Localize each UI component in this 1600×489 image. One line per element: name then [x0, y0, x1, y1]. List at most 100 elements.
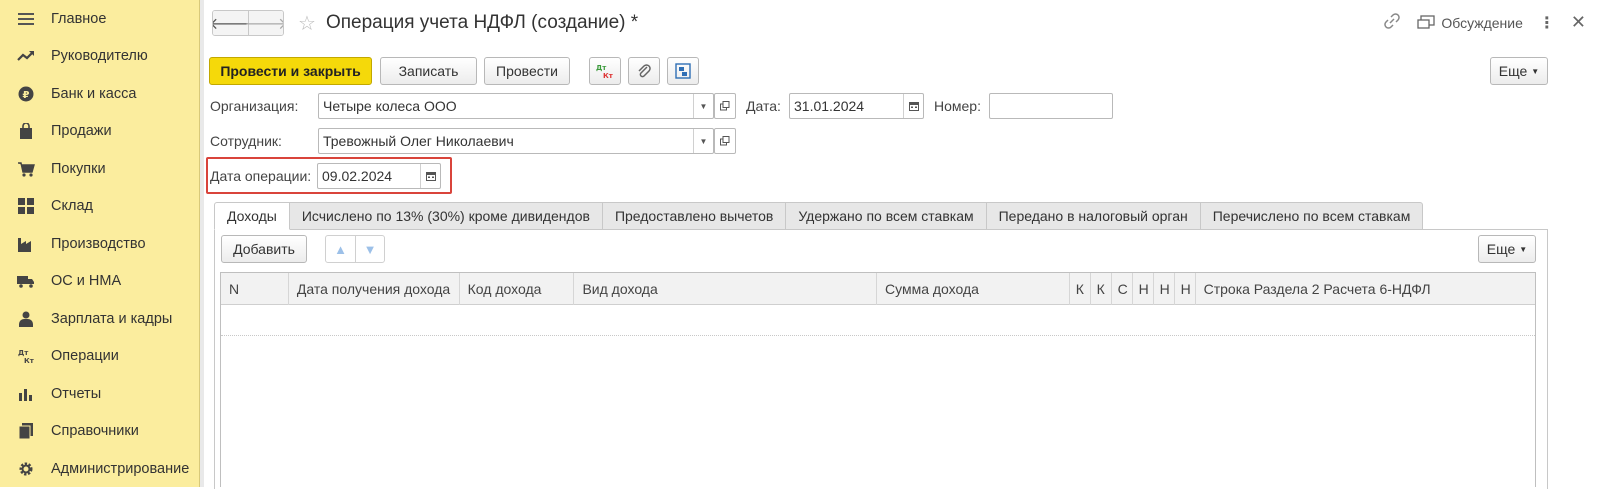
- date-value: 31.01.2024: [794, 98, 865, 114]
- post-button[interactable]: Провести: [484, 57, 570, 85]
- divider: [200, 0, 204, 487]
- sidebar-item-label: Руководителю: [51, 48, 148, 65]
- svg-text:Кт: Кт: [603, 72, 614, 80]
- svg-text:Дт: Дт: [18, 349, 29, 357]
- title-bar: 🡐 🡒 ☆ Операция учета НДФЛ (создание) *: [212, 9, 638, 37]
- org-label: Организация:: [210, 98, 299, 114]
- date-label: Дата:: [746, 98, 781, 114]
- chevron-down-icon: ▼: [1519, 244, 1528, 254]
- sidebar-item-manager[interactable]: Руководителю: [0, 38, 199, 76]
- back-button[interactable]: 🡐: [213, 11, 252, 35]
- sidebar-item-main[interactable]: Главное: [0, 0, 199, 38]
- date-field[interactable]: 31.01.2024: [789, 93, 924, 119]
- bag-icon: [17, 122, 35, 140]
- dt-kt-icon: ДтКт: [17, 347, 35, 365]
- employee-value: Тревожный Олег Николаевич: [323, 133, 514, 149]
- column-header[interactable]: Н: [1133, 273, 1154, 305]
- open-org-button[interactable]: [714, 93, 736, 119]
- more-vertical-icon[interactable]: ⋮: [1539, 13, 1555, 33]
- chevron-down-icon: ▼: [1531, 66, 1540, 76]
- column-header[interactable]: Дата получения дохода: [289, 273, 460, 305]
- warehouse-icon: [17, 197, 35, 215]
- sidebar-item-reports[interactable]: Отчеты: [0, 375, 199, 413]
- column-header[interactable]: Н: [1154, 273, 1175, 305]
- employee-field[interactable]: Тревожный Олег Николаевич ▼: [318, 128, 714, 154]
- column-header[interactable]: N: [221, 273, 289, 305]
- add-button[interactable]: Добавить: [221, 235, 307, 263]
- sidebar-item-label: Продажи: [51, 123, 112, 140]
- tab-paid[interactable]: Перечислено по всем ставкам: [1200, 202, 1424, 230]
- sidebar-item-salary[interactable]: Зарплата и кадры: [0, 300, 199, 338]
- main-area: 🡐 🡒 ☆ Операция учета НДФЛ (создание) * О…: [200, 0, 1600, 489]
- more-label: Еще: [1486, 241, 1516, 257]
- table-more-button[interactable]: Еще ▼: [1478, 235, 1536, 263]
- sidebar-item-label: Главное: [51, 10, 107, 27]
- column-header[interactable]: К: [1070, 273, 1091, 305]
- sidebar-item-assets[interactable]: ОС и НМА: [0, 263, 199, 301]
- ruble-icon: ₽: [17, 85, 35, 103]
- tab-income[interactable]: Доходы: [214, 202, 290, 230]
- open-employee-button[interactable]: [714, 128, 736, 154]
- structure-button[interactable]: [667, 57, 699, 85]
- dropdown-icon[interactable]: ▼: [693, 94, 713, 118]
- save-button[interactable]: Записать: [380, 57, 477, 85]
- open-icon: [720, 136, 730, 146]
- arrow-up-icon[interactable]: ▲: [326, 236, 355, 262]
- column-header[interactable]: Строка Раздела 2 Расчета 6-НДФЛ: [1196, 273, 1535, 305]
- calendar-icon[interactable]: [420, 164, 440, 188]
- column-header[interactable]: Н: [1175, 273, 1196, 305]
- sidebar: Главное Руководителю ₽ Банк и касса Прод…: [0, 0, 200, 487]
- tab-calculated[interactable]: Исчислено по 13% (30%) кроме дивидендов: [289, 202, 603, 230]
- tab-deductions[interactable]: Предоставлено вычетов: [602, 202, 787, 230]
- nav-buttons: 🡐 🡒: [212, 10, 284, 36]
- sidebar-item-warehouse[interactable]: Склад: [0, 188, 199, 226]
- bar-chart-icon: [17, 385, 35, 403]
- truck-icon: [17, 272, 35, 290]
- employee-label: Сотрудник:: [210, 133, 282, 149]
- attach-button[interactable]: [628, 57, 660, 85]
- svg-text:₽: ₽: [23, 90, 30, 101]
- number-field[interactable]: [989, 93, 1113, 119]
- sidebar-item-admin[interactable]: Администрирование: [0, 450, 199, 488]
- more-button[interactable]: Еще ▼: [1490, 57, 1548, 85]
- arrow-down-icon[interactable]: ▼: [355, 236, 384, 262]
- tab-bar: Доходы Исчислено по 13% (30%) кроме диви…: [214, 202, 1424, 230]
- column-header[interactable]: Вид дохода: [574, 273, 877, 305]
- open-icon: [720, 101, 730, 111]
- column-header[interactable]: С: [1112, 273, 1133, 305]
- structure-icon: [675, 63, 691, 79]
- tab-transferred-tax[interactable]: Передано в налоговый орган: [986, 202, 1201, 230]
- sidebar-item-label: Склад: [51, 198, 93, 215]
- column-header[interactable]: Код дохода: [460, 273, 575, 305]
- op-date-value: 09.02.2024: [322, 168, 393, 184]
- table-header: N Дата получения дохода Код дохода Вид д…: [221, 273, 1535, 305]
- column-header[interactable]: К: [1091, 273, 1112, 305]
- dropdown-icon[interactable]: ▼: [693, 129, 713, 153]
- sidebar-item-label: Производство: [51, 235, 146, 252]
- sidebar-item-purchases[interactable]: Покупки: [0, 150, 199, 188]
- sidebar-item-label: Справочники: [51, 423, 139, 440]
- chat-icon: [1417, 14, 1435, 29]
- table-row[interactable]: [221, 306, 1535, 336]
- move-buttons: ▲ ▼: [325, 235, 385, 263]
- sidebar-item-label: Покупки: [51, 160, 106, 177]
- column-header[interactable]: Сумма дохода: [877, 273, 1070, 305]
- sidebar-item-operations[interactable]: Дт Кт Операции: [0, 338, 199, 376]
- sidebar-item-label: Зарплата и кадры: [51, 310, 173, 327]
- star-icon[interactable]: ☆: [298, 11, 316, 36]
- discussion-button[interactable]: Обсуждение: [1417, 15, 1523, 31]
- link-icon[interactable]: [1383, 12, 1401, 33]
- calendar-icon[interactable]: [903, 94, 923, 118]
- close-icon[interactable]: ✕: [1571, 12, 1586, 33]
- post-and-close-button[interactable]: Провести и закрыть: [209, 57, 372, 85]
- page-title: Операция учета НДФЛ (создание) *: [325, 12, 639, 33]
- dt-kt-button[interactable]: Дт Кт: [589, 57, 621, 85]
- sidebar-item-catalogs[interactable]: Справочники: [0, 413, 199, 451]
- sidebar-item-production[interactable]: Производство: [0, 225, 199, 263]
- op-date-field[interactable]: 09.02.2024: [317, 163, 441, 189]
- sidebar-item-sales[interactable]: Продажи: [0, 113, 199, 151]
- forward-button[interactable]: 🡒: [245, 11, 283, 35]
- org-field[interactable]: Четыре колеса ООО ▼: [318, 93, 714, 119]
- sidebar-item-bank[interactable]: ₽ Банк и касса: [0, 75, 199, 113]
- tab-withheld[interactable]: Удержано по всем ставкам: [786, 202, 987, 230]
